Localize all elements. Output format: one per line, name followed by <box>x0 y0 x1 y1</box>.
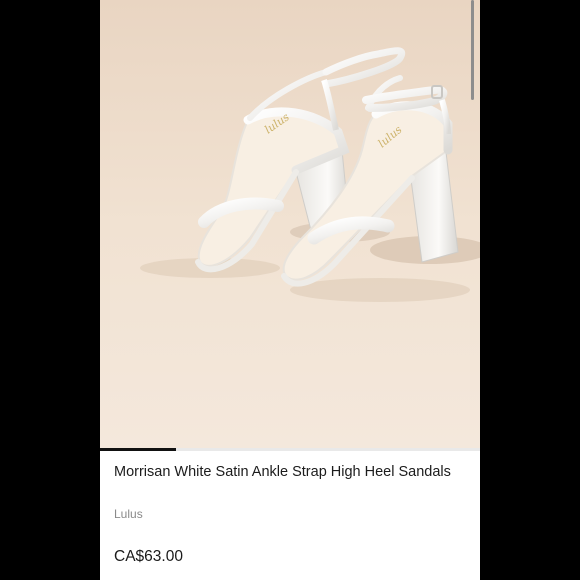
product-brand[interactable]: Lulus <box>114 507 143 521</box>
product-title[interactable]: Morrisan White Satin Ankle Strap High He… <box>114 462 464 482</box>
gallery-progress-fill <box>100 448 176 451</box>
product-price: CA$63.00 <box>114 548 183 565</box>
product-card[interactable]: lulus lulus Morrisan White Satin Ankle S… <box>100 0 480 580</box>
product-image[interactable]: lulus lulus <box>100 0 480 450</box>
sandals-illustration: lulus lulus <box>100 0 480 450</box>
image-scroll-indicator <box>471 0 474 100</box>
gallery-progress-track <box>100 448 480 451</box>
